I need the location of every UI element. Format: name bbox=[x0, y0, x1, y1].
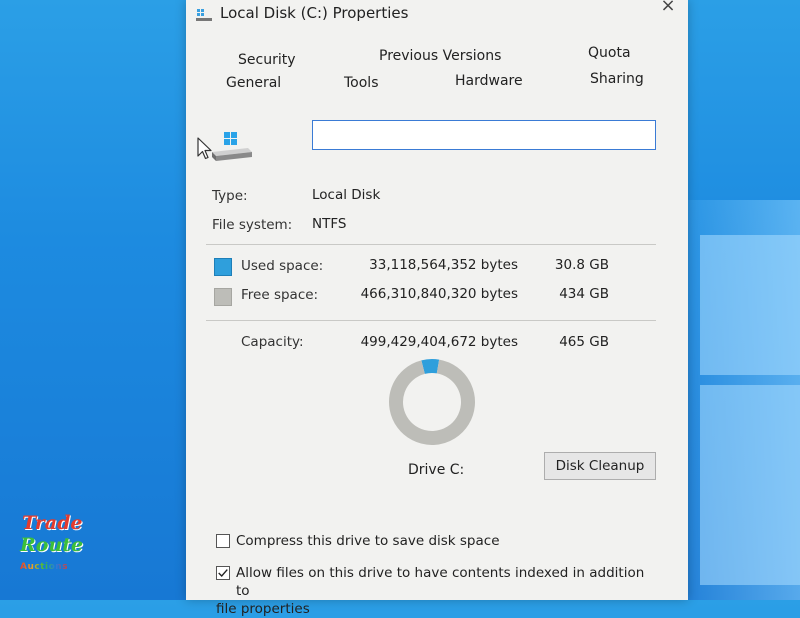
desktop-windows-logo-pane bbox=[700, 235, 800, 375]
tab-sharing[interactable]: Sharing bbox=[590, 71, 644, 87]
index-checkbox[interactable] bbox=[216, 566, 230, 580]
tab-previous-versions[interactable]: Previous Versions bbox=[379, 48, 501, 64]
capacity-gb: 465 GB bbox=[559, 334, 609, 350]
mouse-pointer-icon bbox=[197, 137, 212, 160]
close-button[interactable]: × bbox=[656, 0, 680, 16]
tab-quota[interactable]: Quota bbox=[588, 45, 631, 61]
donut-slice-free bbox=[389, 359, 475, 445]
index-label-line2: file properties bbox=[216, 601, 310, 617]
file-system-value: NTFS bbox=[312, 216, 347, 232]
watermark-line1: Trade bbox=[22, 512, 83, 534]
used-space-label: Used space: bbox=[241, 258, 324, 274]
usage-donut-chart bbox=[389, 359, 475, 445]
drive-name-input[interactable] bbox=[312, 120, 656, 150]
compress-label: Compress this drive to save disk space bbox=[236, 533, 500, 549]
capacity-label: Capacity: bbox=[241, 334, 304, 350]
tab-general[interactable]: General bbox=[226, 75, 281, 91]
used-space-swatch bbox=[214, 258, 232, 276]
compress-option[interactable]: Compress this drive to save disk space bbox=[216, 532, 656, 552]
used-space-bytes: 33,118,564,352 bytes bbox=[369, 257, 518, 273]
index-option[interactable]: Allow files on this drive to have conten… bbox=[216, 564, 656, 617]
tab-hardware[interactable]: Hardware bbox=[455, 73, 523, 89]
window-title: Local Disk (C:) Properties bbox=[220, 4, 409, 22]
tab-security[interactable]: Security bbox=[238, 52, 296, 68]
drive-icon bbox=[196, 9, 212, 21]
watermark-line2: Route bbox=[20, 534, 84, 556]
title-bar: Local Disk (C:) Properties × bbox=[186, 0, 688, 32]
free-space-label: Free space: bbox=[241, 287, 319, 303]
free-space-bytes: 466,310,840,320 bytes bbox=[360, 286, 518, 302]
donut-slice-used bbox=[421, 359, 440, 374]
compress-checkbox[interactable] bbox=[216, 534, 230, 548]
free-space-swatch bbox=[214, 288, 232, 306]
index-label: Allow files on this drive to have conten… bbox=[216, 564, 656, 618]
watermark-line3: Auctions bbox=[20, 562, 69, 572]
divider bbox=[206, 244, 656, 245]
type-value: Local Disk bbox=[312, 187, 381, 203]
desktop-windows-logo-pane bbox=[700, 385, 800, 585]
disk-cleanup-button[interactable]: Disk Cleanup bbox=[544, 452, 656, 480]
file-system-label: File system: bbox=[212, 217, 293, 233]
index-label-line1: Allow files on this drive to have conten… bbox=[236, 565, 645, 599]
type-label: Type: bbox=[212, 188, 248, 204]
watermark-logo: Trade Route Auctions bbox=[18, 512, 90, 580]
free-space-gb: 434 GB bbox=[559, 286, 609, 302]
drive-label: Drive C: bbox=[408, 462, 465, 478]
capacity-bytes: 499,429,404,672 bytes bbox=[360, 334, 518, 350]
properties-dialog: Local Disk (C:) Properties × Security Pr… bbox=[186, 0, 688, 617]
tab-tools[interactable]: Tools bbox=[344, 75, 379, 91]
used-space-gb: 30.8 GB bbox=[554, 257, 609, 273]
divider bbox=[206, 320, 656, 321]
